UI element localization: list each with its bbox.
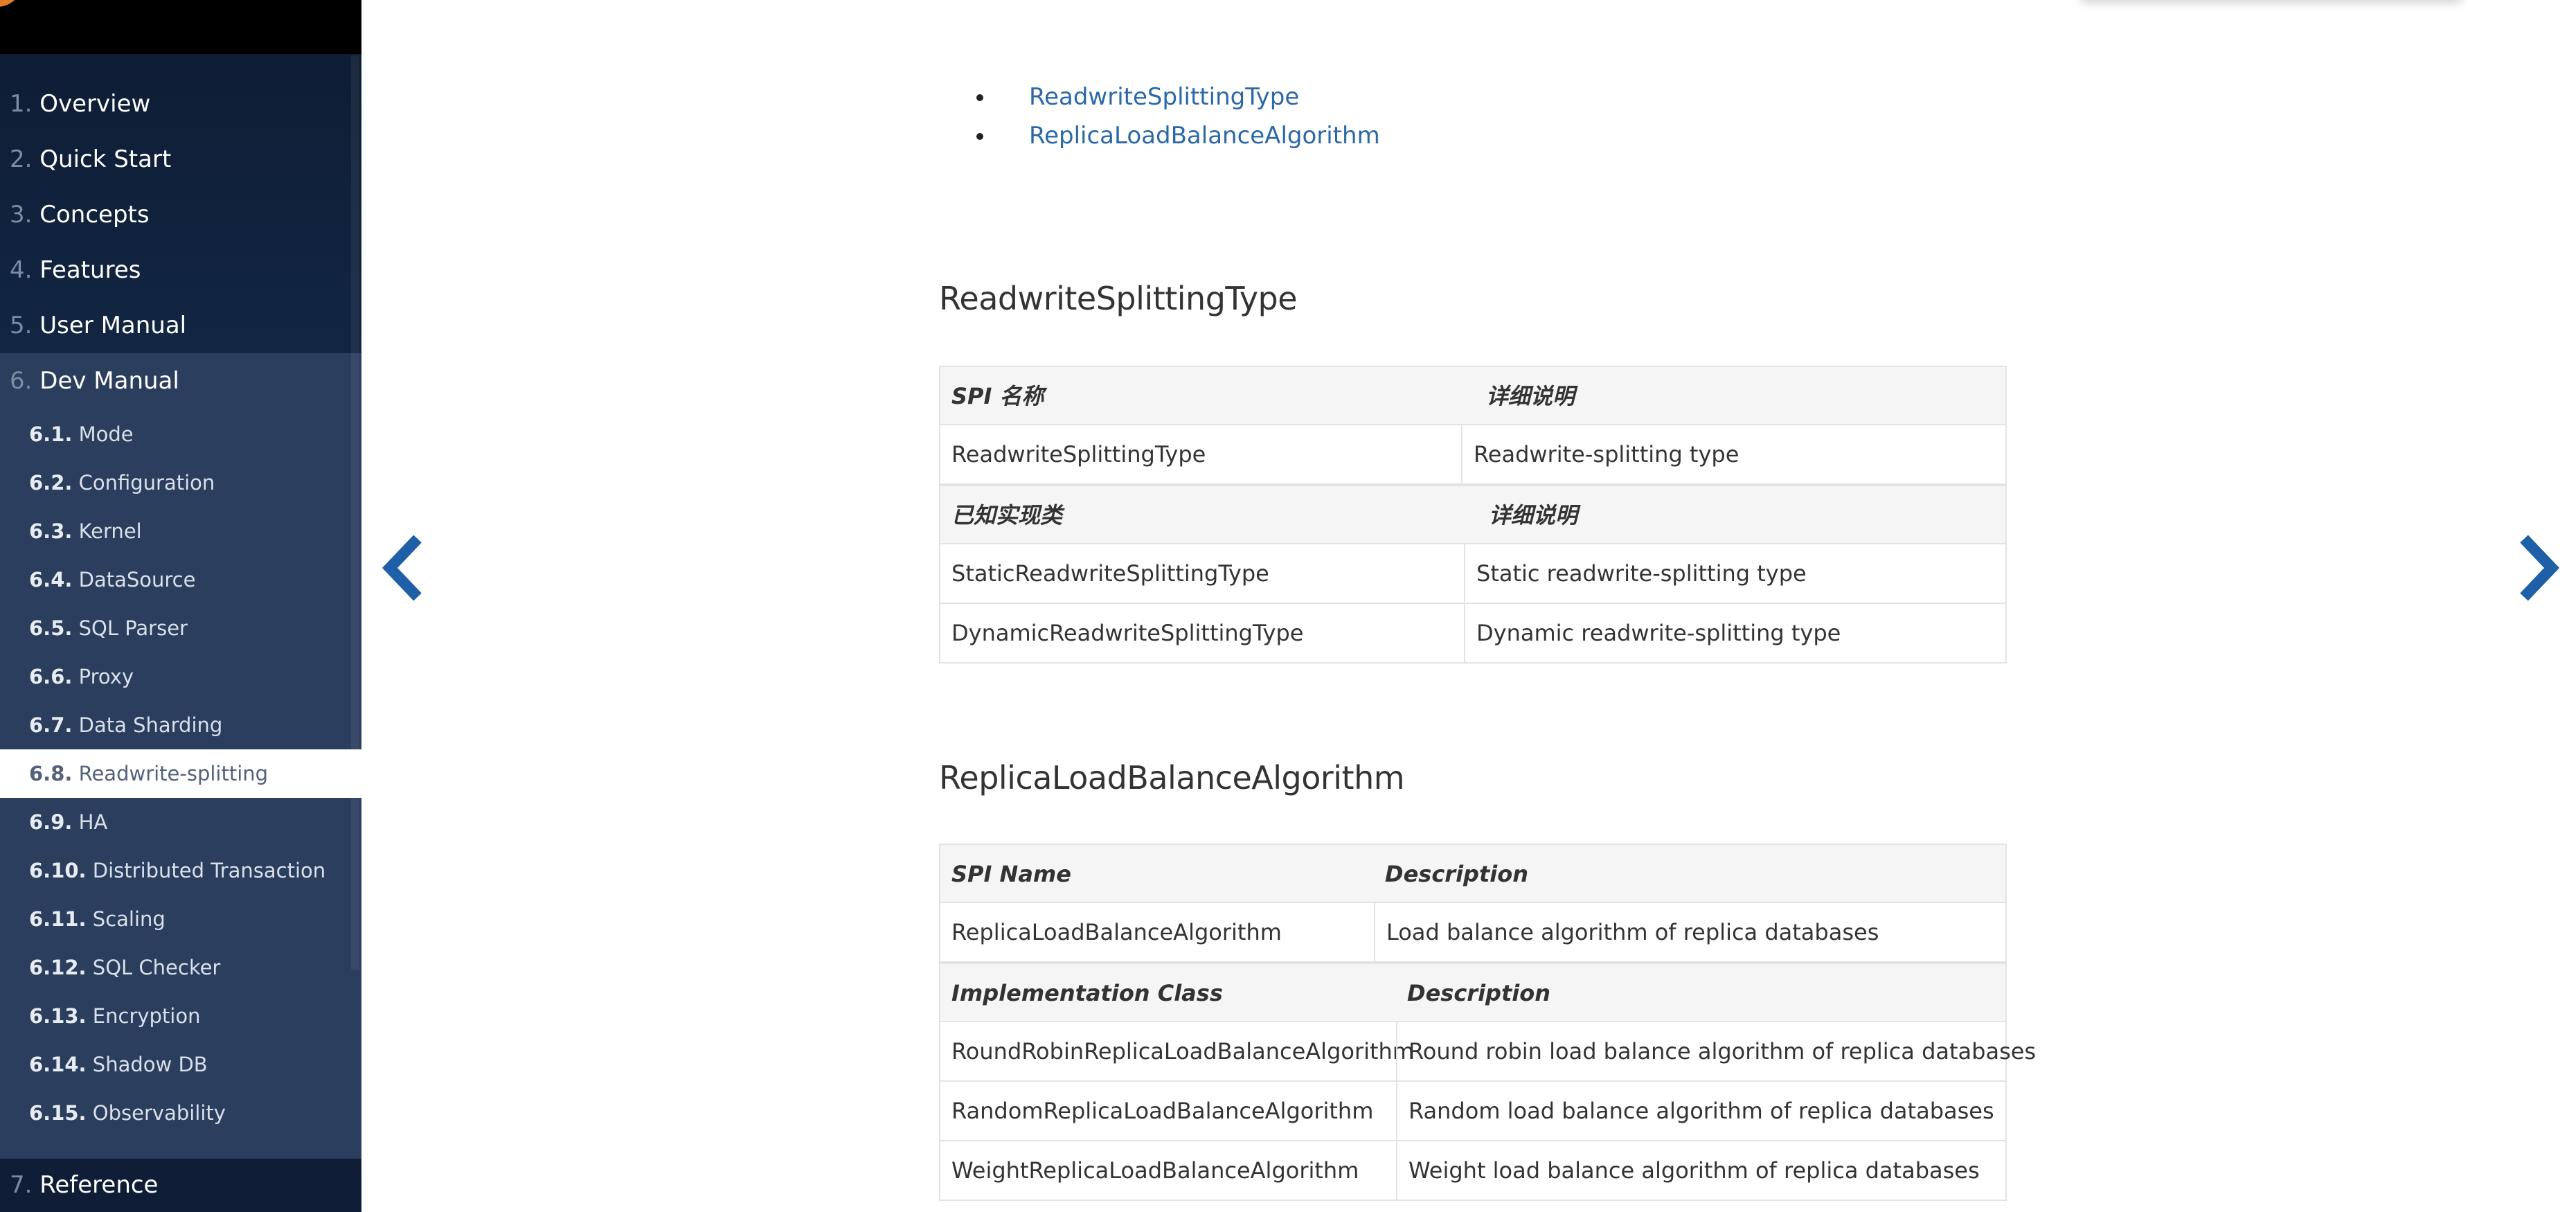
section-title-replica-load-balance-algorithm: ReplicaLoadBalanceAlgorithm — [939, 759, 1405, 796]
table-row: WeightReplicaLoadBalanceAlgorithm Weight… — [939, 1141, 2007, 1201]
sidebar-subitem-configuration[interactable]: 6.2. Configuration — [0, 458, 361, 507]
prev-page-button[interactable] — [379, 533, 428, 603]
table-cell: StaticReadwriteSplittingType — [951, 560, 1269, 587]
table-cell: ReadwriteSplittingType — [951, 441, 1206, 467]
table-cell: ReplicaLoadBalanceAlgorithm — [951, 919, 1282, 945]
logo-bar — [0, 0, 361, 54]
impl-table-replica-load-balance-algorithm: Implementation Class Description RoundRo… — [939, 963, 2036, 1201]
bullet-icon — [976, 133, 983, 140]
table-cell: Random load balance algorithm of replica… — [1396, 1082, 2007, 1140]
table-cell: Round robin load balance algorithm of re… — [1396, 1022, 2036, 1080]
sidebar-subitem-scaling[interactable]: 6.11. Scaling — [0, 895, 361, 943]
sidebar-item-overview[interactable]: 1. Overview — [0, 76, 361, 132]
sidebar-subitem-distributed-transaction[interactable]: 6.10. Distributed Transaction — [0, 846, 361, 895]
header-cell: SPI 名称 — [951, 383, 1044, 409]
logo[interactable] — [0, 0, 21, 7]
table-row: StaticReadwriteSplittingType Static read… — [939, 544, 2007, 604]
sidebar-subitem-sql-checker[interactable]: 6.12. SQL Checker — [0, 943, 361, 992]
table-cell: Static readwrite-splitting type — [1464, 544, 2007, 603]
table-cell: WeightReplicaLoadBalanceAlgorithm — [951, 1157, 1359, 1184]
table-row: ReadwriteSplittingType Readwrite-splitti… — [939, 425, 2007, 485]
sidebar-subitem-ha[interactable]: 6.9. HA — [0, 798, 361, 846]
sidebar-item-concepts[interactable]: 3. Concepts — [0, 187, 361, 242]
sidebar-subitem-shadow-db[interactable]: 6.14. Shadow DB — [0, 1040, 361, 1089]
sidebar-subitem-observability[interactable]: 6.15. Observability — [0, 1089, 361, 1137]
table-header-row: SPI 名称 详细说明 — [939, 366, 2007, 425]
sidebar-subitem-mode[interactable]: 6.1. Mode — [0, 410, 361, 458]
sidebar-subitem-sql-parser[interactable]: 6.5. SQL Parser — [0, 604, 361, 652]
sidebar-item-dev-manual[interactable]: 6. Dev Manual — [0, 353, 361, 409]
header-cell: Implementation Class — [951, 980, 1223, 1006]
header-cell: 已知实现类 — [951, 502, 1063, 528]
sidebar-item-features[interactable]: 4. Features — [0, 242, 361, 298]
toc-link-readwrite-splitting-type[interactable]: ReadwriteSplittingType — [976, 78, 1380, 116]
sidebar-subitem-datasource[interactable]: 6.4. DataSource — [0, 555, 361, 604]
table-cell: Readwrite-splitting type — [1461, 425, 2007, 483]
table-cell: DynamicReadwriteSplittingType — [951, 620, 1304, 646]
table-header-row: SPI Name Description — [939, 844, 2007, 903]
header-cell: Description — [1385, 861, 1528, 887]
chevron-left-icon — [382, 535, 422, 601]
sidebar: 1. Overview 2. Quick Start 3. Concepts 4… — [0, 0, 361, 1212]
header-cell: 详细说明 — [1486, 383, 1575, 409]
page-toc: ReadwriteSplittingType ReplicaLoadBalanc… — [976, 78, 1380, 155]
header-cell: SPI Name — [951, 861, 1071, 887]
sidebar-item-quick-start[interactable]: 2. Quick Start — [0, 132, 361, 187]
sidebar-subitem-readwrite-splitting[interactable]: 6.8. Readwrite-splitting — [0, 749, 361, 798]
table-row: ReplicaLoadBalanceAlgorithm Load balance… — [939, 903, 2007, 963]
sidebar-item-reference[interactable]: 7. Reference — [0, 1159, 361, 1212]
spi-table-replica-load-balance-algorithm: SPI Name Description ReplicaLoadBalanceA… — [939, 844, 2007, 963]
toc-link-replica-load-balance-algorithm[interactable]: ReplicaLoadBalanceAlgorithm — [976, 116, 1380, 155]
bullet-icon — [976, 94, 983, 101]
header-cell: Description — [1407, 980, 1550, 1006]
table-cell: RandomReplicaLoadBalanceAlgorithm — [951, 1098, 1374, 1124]
table-row: RandomReplicaLoadBalanceAlgorithm Random… — [939, 1082, 2007, 1141]
table-cell: Dynamic readwrite-splitting type — [1464, 604, 2007, 662]
section-title-readwrite-splitting-type: ReadwriteSplittingType — [939, 280, 1298, 317]
sidebar-subitem-proxy[interactable]: 6.6. Proxy — [0, 652, 361, 701]
table-header-row: 已知实现类 详细说明 — [939, 485, 2007, 544]
sidebar-item-user-manual[interactable]: 5. User Manual — [0, 298, 361, 353]
table-cell: Load balance algorithm of replica databa… — [1374, 903, 2007, 961]
sidebar-scrollbar[interactable] — [351, 55, 359, 970]
header-cell: 详细说明 — [1489, 502, 1578, 528]
table-cell: RoundRobinReplicaLoadBalanceAlgorithm — [951, 1038, 1414, 1064]
table-row: RoundRobinReplicaLoadBalanceAlgorithm Ro… — [939, 1022, 2036, 1082]
sidebar-subitem-encryption[interactable]: 6.13. Encryption — [0, 992, 361, 1040]
table-cell: Weight load balance algorithm of replica… — [1396, 1141, 2007, 1200]
chevron-right-icon — [2520, 535, 2560, 601]
sidebar-subitem-data-sharding[interactable]: 6.7. Data Sharding — [0, 701, 361, 749]
table-header-row: Implementation Class Description — [939, 963, 2007, 1022]
impl-table-readwrite-splitting-type: 已知实现类 详细说明 StaticReadwriteSplittingType … — [939, 485, 2007, 663]
sidebar-subitem-kernel[interactable]: 6.3. Kernel — [0, 507, 361, 555]
next-page-button[interactable] — [2514, 533, 2562, 603]
table-row: DynamicReadwriteSplittingType Dynamic re… — [939, 604, 2007, 663]
spi-table-readwrite-splitting-type: SPI 名称 详细说明 ReadwriteSplittingType Readw… — [939, 366, 2007, 485]
